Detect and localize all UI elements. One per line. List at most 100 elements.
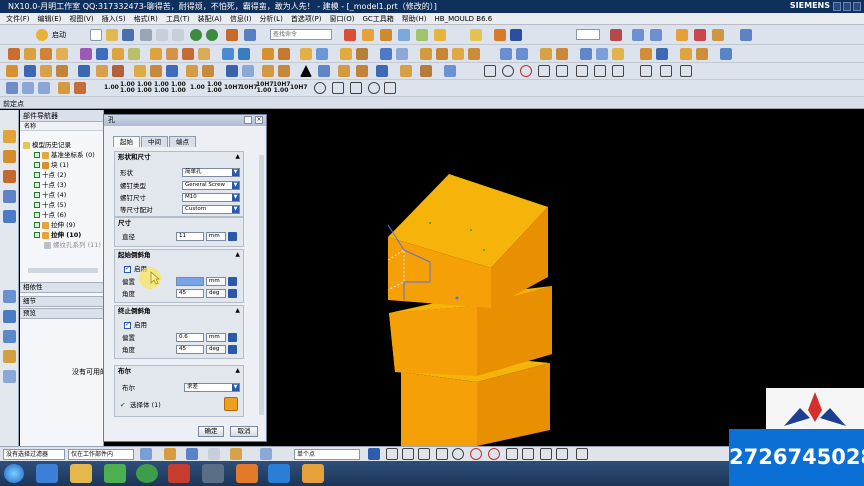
menu-assemblies[interactable]: 装配(A) bbox=[194, 14, 226, 24]
tree-row-datum-csys[interactable]: 基准坐标系 (0) bbox=[34, 150, 95, 160]
menu-view[interactable]: 视图(V) bbox=[65, 14, 97, 24]
layer-icon[interactable] bbox=[510, 29, 522, 41]
scope-filter-dropdown[interactable]: 仅在工作部件内 bbox=[68, 449, 134, 460]
menu-analysis[interactable]: 分析(L) bbox=[255, 14, 286, 24]
symbol-icon[interactable] bbox=[384, 82, 396, 94]
suppress-icon[interactable] bbox=[56, 65, 68, 77]
visibility-checkbox[interactable] bbox=[34, 202, 40, 208]
snap-point-dropdown[interactable]: 单个点 bbox=[294, 449, 360, 460]
reset-icon[interactable] bbox=[244, 116, 252, 124]
constraint-navigator-icon[interactable] bbox=[3, 150, 16, 163]
start-icon[interactable] bbox=[36, 29, 48, 41]
tab-middle[interactable]: 中间 bbox=[141, 136, 168, 147]
sketch-point-marker[interactable] bbox=[429, 222, 431, 224]
split-body-icon[interactable] bbox=[238, 48, 250, 60]
thicken-icon[interactable] bbox=[380, 48, 392, 60]
menu-file[interactable]: 文件(F) bbox=[2, 14, 34, 24]
snap-icon[interactable] bbox=[260, 448, 272, 460]
block-middle-front-face[interactable] bbox=[389, 306, 477, 376]
end-angle-input[interactable]: 45 bbox=[176, 345, 204, 354]
edit-section-icon[interactable] bbox=[78, 65, 90, 77]
surface-icon[interactable] bbox=[396, 48, 408, 60]
explorer-icon[interactable] bbox=[70, 464, 92, 483]
end-chamfer-enable-checkbox[interactable] bbox=[124, 320, 131, 329]
start-label[interactable]: 启动 bbox=[52, 30, 66, 40]
flatness-icon[interactable] bbox=[350, 82, 362, 94]
arc-icon[interactable] bbox=[502, 65, 514, 77]
move-object-icon[interactable] bbox=[500, 48, 512, 60]
boss-icon[interactable] bbox=[96, 48, 108, 60]
extrude-icon[interactable] bbox=[362, 29, 374, 41]
collapse-caret-icon[interactable]: ▲ bbox=[235, 366, 240, 376]
edge-blend-icon[interactable] bbox=[150, 48, 162, 60]
dim-label-5[interactable]: 1.00 1.00 bbox=[171, 82, 186, 94]
electrode-icon[interactable] bbox=[712, 29, 724, 41]
shell-icon[interactable] bbox=[182, 48, 194, 60]
screw-size-dropdown[interactable]: M10 ▼ bbox=[182, 193, 240, 202]
curve-analysis-icon[interactable] bbox=[650, 29, 662, 41]
dialog-scrollbar[interactable] bbox=[259, 155, 264, 415]
visibility-checkbox[interactable] bbox=[34, 232, 40, 238]
pull-face-icon[interactable] bbox=[166, 65, 178, 77]
group-face-icon[interactable] bbox=[420, 65, 432, 77]
menu-format[interactable]: 格式(R) bbox=[130, 14, 162, 24]
start-offset-spinner-icon[interactable] bbox=[228, 277, 237, 286]
replace-feature-icon[interactable] bbox=[96, 65, 108, 77]
make-tangent-icon[interactable] bbox=[262, 65, 274, 77]
redo-icon[interactable] bbox=[206, 29, 218, 41]
menu-edit[interactable]: 编辑(E) bbox=[34, 14, 66, 24]
visibility-checkbox[interactable] bbox=[34, 162, 40, 168]
select-body-icon[interactable] bbox=[224, 397, 238, 411]
grid-icon[interactable] bbox=[576, 448, 588, 460]
end-chamfer-group-header[interactable]: 终止倒斜角 ▲ bbox=[115, 306, 243, 316]
shape-size-group-header[interactable]: 形状和尺寸 ▲ bbox=[115, 152, 243, 162]
filter-icon[interactable] bbox=[140, 448, 152, 460]
select-edge-icon[interactable] bbox=[208, 448, 220, 460]
pmi-icon[interactable] bbox=[6, 82, 18, 94]
intersection-curve-icon[interactable] bbox=[680, 48, 692, 60]
mould-wizard-icon[interactable] bbox=[694, 29, 706, 41]
tree-row-point[interactable]: 十点 (4) bbox=[34, 190, 66, 200]
visibility-checkbox[interactable] bbox=[34, 222, 40, 228]
dim-label-2[interactable]: 1.00 1.00 bbox=[120, 82, 135, 94]
bridge-curve-icon[interactable] bbox=[720, 48, 732, 60]
diameter-icon[interactable] bbox=[314, 82, 326, 94]
label-chamfer-icon[interactable] bbox=[444, 65, 456, 77]
start-menu-icon[interactable] bbox=[4, 464, 24, 483]
offset-region-icon[interactable] bbox=[186, 65, 198, 77]
chamfer-curve-icon[interactable] bbox=[594, 65, 606, 77]
start-chamfer-enable-checkbox[interactable] bbox=[124, 264, 131, 273]
datum-plane-icon[interactable] bbox=[398, 29, 410, 41]
midpoint-icon[interactable] bbox=[402, 448, 414, 460]
perpendicular-icon[interactable] bbox=[332, 82, 344, 94]
command-search-input[interactable]: 查找命令 bbox=[270, 29, 332, 40]
fit-dropdown[interactable]: Custom ▼ bbox=[182, 205, 240, 214]
dim-label-10[interactable]: 10H7 1.00 bbox=[256, 82, 274, 94]
mirror-face-icon[interactable] bbox=[376, 65, 388, 77]
draft-icon[interactable] bbox=[198, 48, 210, 60]
copy-face-icon[interactable] bbox=[338, 65, 350, 77]
block-icon[interactable] bbox=[8, 48, 20, 60]
transform-icon[interactable] bbox=[516, 48, 528, 60]
process-studio-icon[interactable] bbox=[3, 350, 16, 363]
hd3d-tools-icon[interactable] bbox=[3, 210, 16, 223]
dim-label-9[interactable]: 10H7 bbox=[240, 85, 258, 91]
feature-icon[interactable] bbox=[416, 29, 428, 41]
display-icon[interactable] bbox=[470, 29, 482, 41]
tree-row-extrude[interactable]: 拉伸 (9) bbox=[34, 220, 75, 230]
start-offset-unit[interactable]: mm bbox=[206, 277, 226, 286]
edit-feature-icon[interactable] bbox=[6, 65, 18, 77]
arc-center-icon[interactable] bbox=[452, 448, 464, 460]
angle-icon[interactable] bbox=[318, 65, 330, 77]
line-icon[interactable] bbox=[484, 65, 496, 77]
sew-icon[interactable] bbox=[340, 48, 352, 60]
unite-icon[interactable] bbox=[434, 29, 446, 41]
cylinder-icon[interactable] bbox=[24, 48, 36, 60]
tab-end[interactable]: 端点 bbox=[169, 136, 196, 147]
polygon-icon[interactable] bbox=[556, 65, 568, 77]
intersection-point-icon[interactable] bbox=[436, 448, 448, 460]
media-player-icon[interactable] bbox=[104, 464, 126, 483]
visibility-checkbox[interactable] bbox=[34, 212, 40, 218]
end-offset-unit[interactable]: mm bbox=[206, 333, 226, 342]
navigator-scrollbar[interactable] bbox=[28, 268, 98, 273]
